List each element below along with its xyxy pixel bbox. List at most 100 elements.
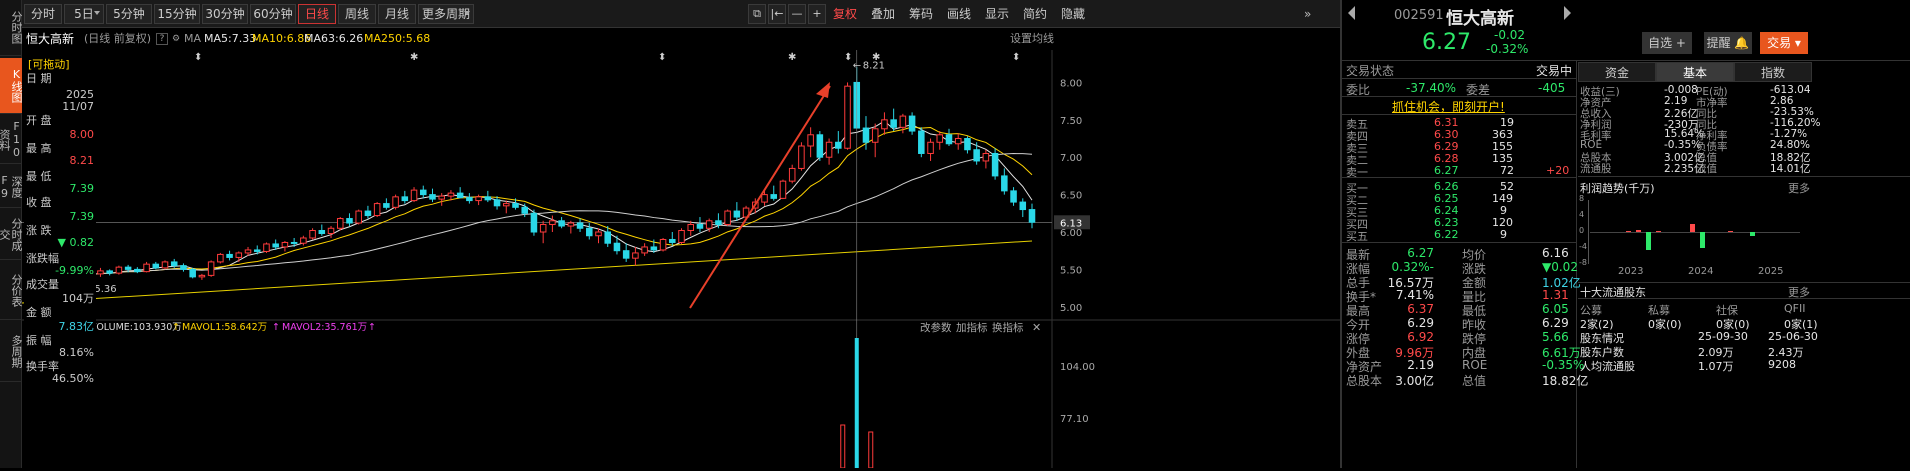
candle[interactable] [927,141,934,154]
nav-3[interactable]: 深度F9 [0,166,23,208]
candle[interactable] [964,138,971,151]
candle[interactable] [309,230,316,239]
candle[interactable] [1001,175,1008,192]
candle[interactable] [346,218,353,224]
candle[interactable] [300,237,307,244]
candle[interactable] [207,261,215,276]
candle[interactable] [456,192,464,199]
candle[interactable] [226,253,233,258]
candle[interactable] [475,196,482,202]
period-tab-4[interactable]: 30分钟 [202,4,248,24]
candle[interactable] [1019,201,1027,211]
popout-icon[interactable]: ⧉ [748,4,766,24]
candle[interactable] [807,134,814,147]
candle[interactable] [890,119,897,128]
candle[interactable] [106,270,113,274]
candle[interactable] [595,231,602,237]
event-marker-icon[interactable]: ✱ [872,52,880,63]
candle[interactable] [327,227,335,234]
candle[interactable] [779,180,787,199]
candle[interactable] [576,222,584,229]
tool-0[interactable]: 复权 [828,4,862,24]
candle[interactable] [733,210,741,218]
candle[interactable] [770,194,778,199]
nav-1[interactable]: K线图 [0,58,23,114]
candle[interactable] [235,252,243,258]
data-window[interactable]: [可拖动] 日 期 2025 11/07 开 盘 8.00 最 高 8.21 最 低 7.39 收 … [24,54,96,385]
tool-1[interactable]: 叠加 [866,4,900,24]
fund-tab-2[interactable]: 指数 [1734,62,1812,82]
period-tab-7[interactable]: 周线 [338,4,376,24]
candle[interactable] [899,115,907,128]
tool-3[interactable]: 画线 [942,4,976,24]
candle[interactable] [622,250,630,259]
candlestick-chart[interactable]: 8.007.507.006.506.136.005.505.008.21←←5.… [21,50,1340,469]
candle[interactable] [355,210,362,224]
tool-2[interactable]: 筹码 [904,4,938,24]
candle[interactable] [198,274,206,278]
event-marker-icon[interactable]: ⬍ [658,52,666,63]
event-marker-icon[interactable]: ⬍ [844,52,852,63]
swap-indicator-button[interactable]: 换指标 [992,321,1024,334]
plus-icon[interactable]: + [808,4,826,24]
candle[interactable] [788,167,796,182]
tool-5[interactable]: 简约 [1018,4,1052,24]
candle[interactable] [724,210,731,226]
candle[interactable] [152,263,160,269]
candle[interactable] [549,220,556,226]
candle[interactable] [419,189,427,196]
candle[interactable] [687,224,695,232]
candle[interactable] [392,196,399,208]
candle[interactable] [881,119,888,130]
collapse-right-icon[interactable]: » [1304,7,1311,21]
candle[interactable] [586,227,593,237]
candle[interactable] [97,270,104,275]
candle[interactable] [466,197,473,202]
watchlist-button[interactable]: 自选 + [1642,32,1692,54]
candle[interactable] [816,134,824,158]
back-icon[interactable]: |← [768,4,786,24]
candle[interactable] [161,261,169,269]
candle[interactable] [503,203,510,207]
candle[interactable] [189,268,196,278]
candle[interactable] [705,220,713,229]
candle[interactable] [512,203,519,208]
candle[interactable] [825,141,833,158]
nav-2[interactable]: F10资料 [0,116,23,164]
candle[interactable] [143,263,150,273]
candle[interactable] [567,222,575,227]
candle[interactable] [217,253,224,263]
event-marker-icon[interactable]: ✱ [788,52,796,63]
candle[interactable] [318,230,326,234]
event-marker-icon[interactable]: ✱ [410,52,418,63]
candle[interactable] [410,189,418,202]
candle[interactable] [438,195,445,200]
nav-4[interactable]: 分时成交 [0,210,23,260]
candle[interactable] [954,138,962,145]
candle[interactable] [364,210,372,217]
nav-5[interactable]: 分价表 [0,262,23,320]
candle[interactable] [696,224,704,229]
candle[interactable] [290,241,298,244]
candle[interactable] [761,194,768,203]
event-marker-icon[interactable]: ⬍ [194,52,202,63]
prev-stock-icon[interactable] [1348,6,1355,20]
candle[interactable] [429,194,436,200]
alert-button[interactable]: 提醒 🔔 [1704,32,1752,54]
candle[interactable] [272,243,279,248]
candle[interactable] [715,220,722,226]
candle[interactable] [1010,190,1017,203]
candle[interactable] [253,249,261,252]
candle[interactable] [632,252,639,259]
candle[interactable] [669,238,676,243]
period-tab-0[interactable]: 分时 [24,4,62,24]
candle[interactable] [844,85,851,149]
help-icon[interactable]: ? [156,33,168,45]
candle[interactable] [871,128,879,143]
candle[interactable] [244,249,252,254]
candle[interactable] [908,115,916,132]
candle[interactable] [936,134,944,143]
candle[interactable] [641,246,648,254]
candle[interactable] [115,266,123,274]
tool-6[interactable]: 隐藏 [1056,4,1090,24]
